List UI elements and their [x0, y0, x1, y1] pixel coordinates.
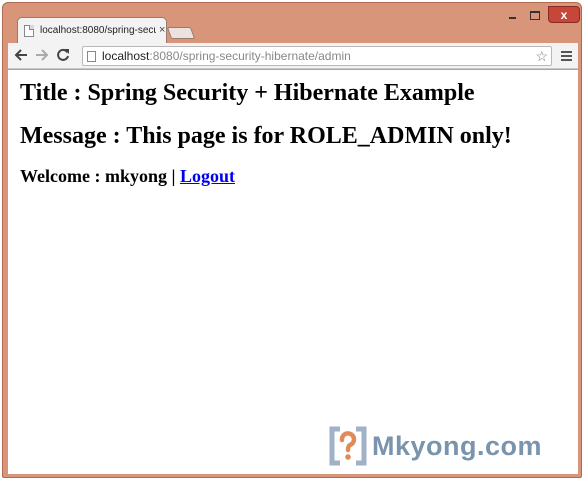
page-message: Message : This page is for ROLE_ADMIN on…	[20, 123, 512, 149]
mkyong-watermark: Mkyong.com	[328, 426, 542, 466]
welcome-text: Welcome : mkyong |	[20, 166, 180, 186]
title-bar: localhost:8080/spring-secu × x	[3, 3, 581, 43]
tab-title: localhost:8080/spring-secu	[40, 25, 156, 36]
browser-toolbar: localhost :8080/spring-security-hibernat…	[8, 43, 578, 69]
url-path: :8080/spring-security-hibernate/admin	[149, 49, 351, 63]
close-icon: x	[560, 7, 568, 22]
tab-close-icon[interactable]: ×	[159, 25, 165, 36]
hamburger-menu-icon[interactable]	[558, 47, 574, 65]
reload-button[interactable]	[54, 46, 72, 64]
browser-window: localhost:8080/spring-secu × x localhost…	[2, 2, 582, 478]
forward-button[interactable]	[33, 46, 51, 64]
page-title: Title : Spring Security + Hibernate Exam…	[20, 80, 475, 106]
maximize-button[interactable]	[524, 7, 546, 23]
address-bar[interactable]: localhost :8080/spring-security-hibernat…	[82, 46, 552, 66]
close-window-button[interactable]: x	[548, 6, 580, 23]
reload-icon	[57, 48, 69, 61]
logout-link[interactable]: Logout	[180, 166, 235, 186]
browser-tab[interactable]: localhost:8080/spring-secu ×	[17, 17, 167, 43]
star-icon[interactable]: ☆	[535, 48, 548, 64]
welcome-line: Welcome : mkyong | Logout	[20, 166, 235, 187]
forward-arrow-icon	[36, 49, 49, 61]
page-content: Title : Spring Security + Hibernate Exam…	[8, 70, 578, 474]
back-button[interactable]	[12, 46, 30, 64]
minimize-button[interactable]	[502, 7, 524, 23]
url-host: localhost	[102, 49, 150, 63]
watermark-text: Mkyong.com	[372, 430, 543, 461]
page-icon	[87, 50, 96, 62]
mkyong-logo-icon	[329, 426, 367, 466]
back-arrow-icon	[14, 49, 27, 61]
new-tab-button[interactable]	[166, 27, 196, 39]
page-icon	[24, 24, 34, 37]
